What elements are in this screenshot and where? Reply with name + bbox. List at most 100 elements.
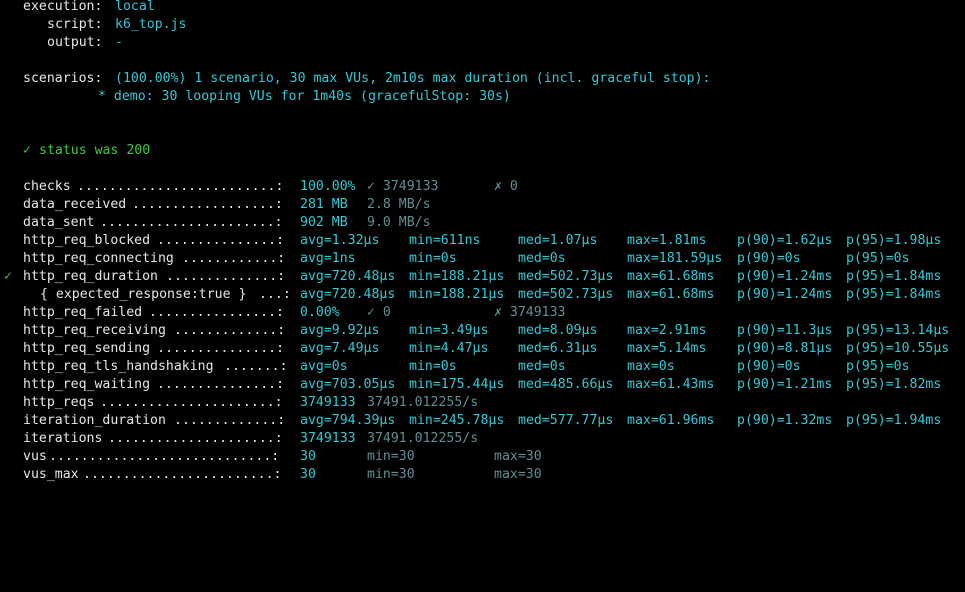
metric-max: max=181.59µs [627,251,723,266]
metric-max: max=0s [627,359,675,374]
check-mark-icon: ✓ [23,143,31,158]
metric-dots: ............: [182,251,286,266]
metric-row-http-reqs: http_reqs ......................: 374913… [0,394,478,412]
metric-value: 30 [300,449,316,464]
metric-row-vus-max: vus_max ........................: 30 min… [0,466,542,484]
metric-dots: ................: [149,305,284,320]
metric-dots: ......................: [100,395,283,410]
metric-row-http-req-tls-handshaking: http_req_tls_handshaking .......: avg=0s… [0,358,910,376]
metric-row-http-req-duration: ✓ http_req_duration ..............: avg=… [0,268,941,286]
metric-min: min=30 [367,467,415,482]
metric-min: min=188.21µs [409,287,505,302]
metric-min: min=4.47µs [409,341,489,356]
scenarios-label: scenarios: [23,71,103,86]
metric-fail: ✗ 0 [494,179,518,194]
metric-rate: 37491.012255/s [367,431,479,446]
metric-dots: .......: [224,359,288,374]
metric-avg: avg=7.49µs [300,341,380,356]
metric-p90: p(90)=11.3µs [737,323,833,338]
metric-min: min=245.78µs [409,413,505,428]
metric-value: 281 MB [300,197,348,212]
execution-line: execution: local [0,0,155,16]
metric-avg: avg=1ns [300,251,356,266]
metric-rate: 9.0 MB/s [367,215,431,230]
metric-name: vus_max [23,467,79,482]
metric-avg: avg=1.32µs [300,233,380,248]
metric-name: iteration_duration [23,413,166,428]
metric-p90: p(90)=0s [737,251,801,266]
metric-row-http-req-waiting: http_req_waiting ...............: avg=70… [0,376,941,394]
script-value: k6_top.js [115,17,187,32]
metric-dots: ...............: [157,341,285,356]
metric-row-data-received: data_received ..................: 281 MB… [0,196,431,214]
threshold-pass-icon: ✓ [4,269,12,284]
metric-dots: ...............: [157,233,285,248]
metric-avg: avg=720.48µs [300,269,396,284]
metric-row-checks: checks .........................: 100.00… [0,178,518,196]
metric-max: max=61.68ms [627,269,715,284]
metric-name: http_req_receiving [23,323,166,338]
metric-dots: ............................: [49,449,280,464]
metric-dots: ........................: [83,467,282,482]
terminal-window[interactable]: execution: local script: k6_top.js outpu… [0,0,965,491]
metric-row-expected-response: { expected_response:true } ...: avg=720.… [0,286,941,304]
metric-dots: .............: [174,323,286,338]
metric-name: http_req_blocked [23,233,151,248]
script-label: script: [47,17,103,32]
scenario-detail-line: * demo: 30 looping VUs for 1m40s (gracef… [0,88,511,106]
metric-rate: 37491.012255/s [367,395,479,410]
execution-value: local [115,0,155,14]
metric-max: max=2.91ms [627,323,707,338]
metric-min: min=0s [409,251,457,266]
metric-pass: ✓ 0 [367,305,391,320]
metric-avg: avg=9.92µs [300,323,380,338]
metric-dots: ...: [259,287,291,302]
metric-p95: p(95)=1.94ms [846,413,942,428]
check-line: ✓ status was 200 [0,142,150,160]
metric-p90: p(90)=1.24ms [737,287,833,302]
metric-med: med=502.73µs [518,269,614,284]
metric-value: 100.00% [300,179,356,194]
metric-p95: p(95)=13.14µs [846,323,950,338]
metric-max: max=1.81ms [627,233,707,248]
metric-med: med=0s [518,359,566,374]
metric-dots: .........................: [77,179,284,194]
metric-med: med=485.66µs [518,377,614,392]
metric-name: http_reqs [23,395,95,410]
metric-row-http-req-connecting: http_req_connecting ............: avg=1n… [0,250,910,268]
metric-fail: ✗ 3749133 [494,305,566,320]
metric-rate: 2.8 MB/s [367,197,431,212]
metric-name: data_received [23,197,127,212]
metric-name: iterations [23,431,103,446]
metric-max: max=30 [494,467,542,482]
metric-name: data_sent [23,215,95,230]
scenarios-summary: (100.00%) 1 scenario, 30 max VUs, 2m10s … [115,71,711,86]
metric-dots: ......................: [100,215,283,230]
metric-name: vus [23,449,47,464]
metric-value: 30 [300,467,316,482]
metric-name: http_req_duration [23,269,158,284]
metric-row-data-sent: data_sent ......................: 902 MB… [0,214,431,232]
output-label: output: [47,35,103,50]
metric-avg: avg=720.48µs [300,287,396,302]
scenarios-line: scenarios: (100.00%) 1 scenario, 30 max … [0,70,710,88]
metric-max: max=61.43ms [627,377,715,392]
metric-name: http_req_failed [23,305,143,320]
metric-name: http_req_waiting [23,377,151,392]
metric-row-http-req-sending: http_req_sending ...............: avg=7.… [0,340,949,358]
metric-min: min=175.44µs [409,377,505,392]
metric-row-vus: vus ............................: 30 min… [0,448,542,466]
metric-p90: p(90)=8.81µs [737,341,833,356]
metric-value: 902 MB [300,215,348,230]
metric-row-http-req-failed: http_req_failed ................: 0.00% … [0,304,565,322]
metric-min: min=3.49µs [409,323,489,338]
metric-name: http_req_connecting [23,251,174,266]
metric-dots: .....................: [108,431,283,446]
metric-name: http_req_tls_handshaking [23,359,214,374]
metric-dots: .............: [174,413,286,428]
check-text: status was 200 [39,143,151,158]
metric-min: min=30 [367,449,415,464]
metric-p95: p(95)=1.84ms [846,287,942,302]
metric-p95: p(95)=1.98µs [846,233,942,248]
metric-med: med=6.31µs [518,341,598,356]
